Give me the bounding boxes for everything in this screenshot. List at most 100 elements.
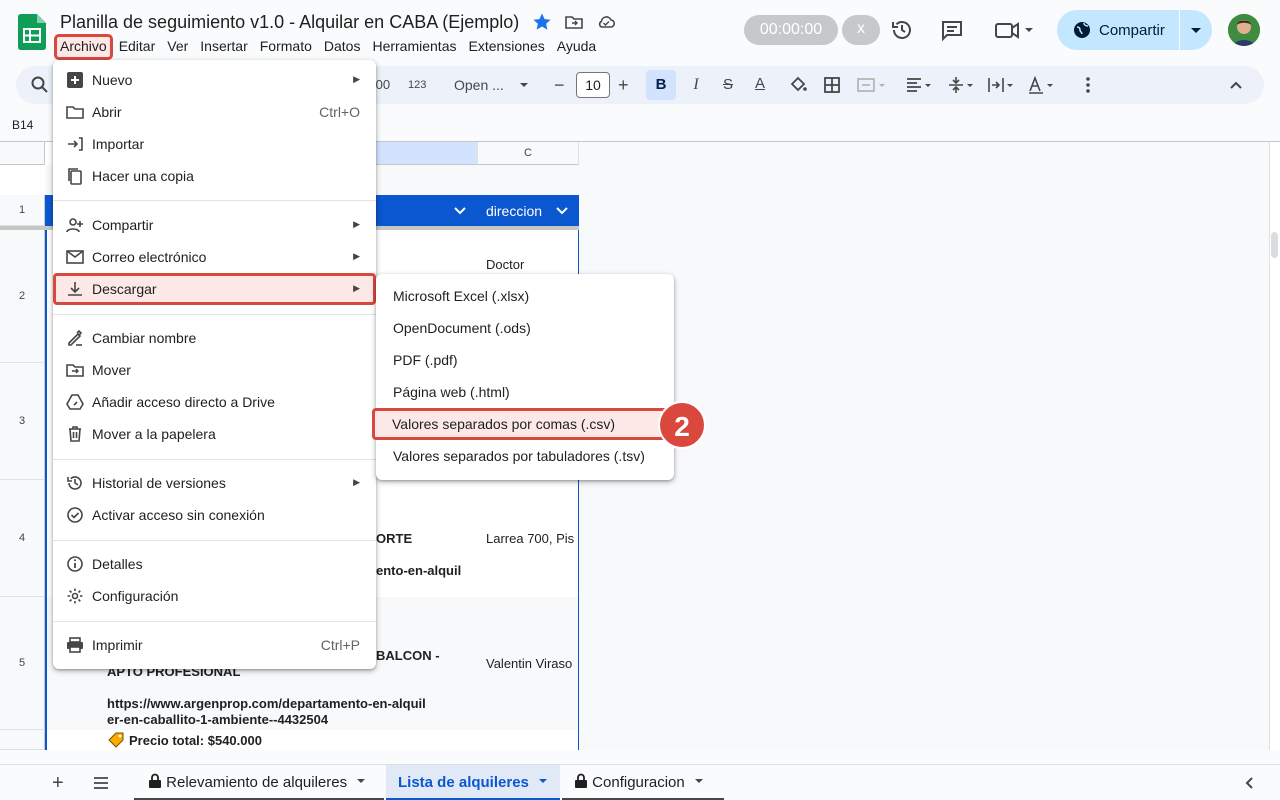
- menu-item-cambiar-nombre[interactable]: Cambiar nombre: [53, 322, 376, 354]
- download-tsv[interactable]: Valores separados por tabuladores (.tsv): [376, 440, 674, 472]
- search-menus-icon[interactable]: [30, 75, 50, 95]
- menu-ayuda[interactable]: Ayuda: [553, 36, 600, 58]
- cell-c5[interactable]: Valentin Viraso: [486, 656, 578, 671]
- menu-separator: [53, 621, 376, 622]
- menu-archivo[interactable]: Archivo: [54, 34, 113, 60]
- menu-ver[interactable]: Ver: [163, 36, 192, 58]
- menu-item-correo[interactable]: Correo electrónico ▶: [53, 241, 376, 273]
- cloud-status-icon[interactable]: [596, 12, 616, 32]
- collapse-toolbar-icon[interactable]: [1226, 75, 1246, 95]
- borders-icon[interactable]: [822, 75, 842, 95]
- name-box[interactable]: B14: [12, 118, 33, 132]
- font-size-input[interactable]: 10: [576, 72, 610, 98]
- header-cell-direccion[interactable]: direccion: [486, 203, 542, 219]
- meet-video-icon[interactable]: [994, 18, 1034, 42]
- share-button[interactable]: Compartir: [1057, 10, 1179, 50]
- menu-item-detalles[interactable]: Detalles: [53, 548, 376, 580]
- menu-extensiones[interactable]: Extensiones: [464, 36, 548, 58]
- select-all-corner[interactable]: [0, 142, 45, 165]
- mail-icon: [66, 250, 84, 264]
- more-formats-button[interactable]: 123: [408, 66, 426, 104]
- cell-c2[interactable]: Doctor: [486, 257, 524, 272]
- font-family-select[interactable]: Open ...: [454, 66, 504, 104]
- sheet-tab-lista[interactable]: Lista de alquileres: [386, 765, 560, 800]
- history-icon: [67, 476, 82, 490]
- vertical-align-icon[interactable]: [946, 75, 976, 95]
- cell-b5-price[interactable]: Precio total: $540.000: [129, 733, 262, 748]
- cell-b5-link[interactable]: https://www.argenprop.com/departamento-e…: [107, 696, 426, 711]
- download-ods[interactable]: OpenDocument (.ods): [376, 312, 674, 344]
- menu-item-importar[interactable]: Importar: [53, 128, 376, 160]
- trash-icon: [69, 426, 81, 442]
- row-header-2[interactable]: 2: [0, 230, 45, 363]
- chevron-down-icon[interactable]: [514, 75, 534, 95]
- version-history-icon[interactable]: [890, 18, 914, 42]
- share-dropdown-button[interactable]: [1180, 10, 1212, 50]
- menu-editar[interactable]: Editar: [115, 36, 160, 58]
- cell-b4-line2[interactable]: ento-en-alquil: [376, 563, 461, 578]
- file-menu: Nuevo ▶ Abrir Ctrl+O Importar Hacer una …: [53, 60, 376, 669]
- menu-item-historial[interactable]: Historial de versiones ▶: [53, 467, 376, 499]
- cell-b5-link-cont[interactable]: er-en-caballito-1-ambiente--4432504: [107, 712, 328, 727]
- decrease-font-size-button[interactable]: −: [554, 66, 565, 104]
- download-pdf[interactable]: PDF (.pdf): [376, 344, 674, 376]
- menu-item-label: Añadir acceso directo a Drive: [92, 394, 275, 410]
- sheet-tab-configuracion[interactable]: Configuracion: [562, 765, 724, 800]
- filter-dropdown-icon[interactable]: [452, 202, 468, 218]
- sheet-tab-relevamiento[interactable]: Relevamiento de alquileres: [134, 765, 384, 800]
- text-wrap-icon[interactable]: [986, 75, 1016, 95]
- row-header-3[interactable]: 3: [0, 363, 45, 480]
- fill-color-icon[interactable]: [788, 75, 808, 95]
- row-header-5[interactable]: 5: [0, 597, 45, 730]
- menu-insertar[interactable]: Insertar: [196, 36, 251, 58]
- download-html[interactable]: Página web (.html): [376, 376, 674, 408]
- menu-herramientas[interactable]: Herramientas: [368, 36, 460, 58]
- document-title[interactable]: Planilla de seguimiento v1.0 - Alquilar …: [60, 12, 519, 33]
- text-rotation-icon[interactable]: [1026, 75, 1056, 95]
- avatar[interactable]: [1228, 14, 1260, 46]
- cell-b4-line1[interactable]: ORTE: [376, 531, 412, 546]
- menu-item-acceso-directo[interactable]: Añadir acceso directo a Drive: [53, 386, 376, 418]
- filter-dropdown-icon[interactable]: [554, 202, 570, 218]
- menu-datos[interactable]: Datos: [320, 36, 365, 58]
- all-sheets-icon[interactable]: [92, 775, 110, 791]
- add-sheet-button[interactable]: +: [52, 765, 64, 800]
- italic-button[interactable]: I: [684, 70, 708, 100]
- align-left-icon[interactable]: [904, 75, 934, 95]
- scrollbar-thumb[interactable]: [1271, 232, 1278, 258]
- download-csv[interactable]: Valores separados por comas (.csv): [372, 408, 668, 440]
- cell-c4[interactable]: Larrea 700, Pis: [486, 531, 578, 546]
- more-options-icon[interactable]: [1078, 75, 1098, 95]
- text-color-button[interactable]: A: [748, 70, 772, 100]
- menu-item-compartir[interactable]: Compartir ▶: [53, 209, 376, 241]
- menu-item-descargar[interactable]: Descargar ▶: [53, 273, 376, 305]
- menu-formato[interactable]: Formato: [256, 36, 316, 58]
- menu-item-abrir[interactable]: Abrir Ctrl+O: [53, 96, 376, 128]
- sheets-logo-icon[interactable]: [18, 14, 46, 50]
- menu-item-hacer-copia[interactable]: Hacer una copia: [53, 160, 376, 192]
- explore-collapse-icon[interactable]: [1242, 775, 1258, 791]
- timer-close-button[interactable]: x: [842, 15, 880, 45]
- menu-item-configuracion[interactable]: Configuración: [53, 580, 376, 612]
- menu-item-papelera[interactable]: Mover a la papelera: [53, 418, 376, 450]
- download-xlsx[interactable]: Microsoft Excel (.xlsx): [376, 280, 674, 312]
- row-header-4[interactable]: 4: [0, 480, 45, 597]
- increase-font-size-button[interactable]: +: [618, 66, 629, 104]
- row-header-1[interactable]: 1: [0, 195, 45, 226]
- cell-b5-line1[interactable]: BALCON -: [376, 648, 440, 663]
- row-header-6[interactable]: [0, 730, 45, 750]
- move-folder-icon[interactable]: [564, 12, 584, 32]
- strikethrough-button[interactable]: S: [716, 70, 740, 100]
- star-icon[interactable]: [532, 12, 552, 32]
- bold-button[interactable]: B: [646, 70, 676, 100]
- globe-icon: [1074, 22, 1090, 38]
- menu-item-sin-conexion[interactable]: Activar acceso sin conexión: [53, 499, 376, 531]
- submenu-arrow-icon: ▶: [353, 477, 360, 487]
- menu-item-mover[interactable]: Mover: [53, 354, 376, 386]
- menu-item-imprimir[interactable]: Imprimir Ctrl+P: [53, 629, 376, 661]
- menu-item-nuevo[interactable]: Nuevo ▶: [53, 64, 376, 96]
- merge-cells-icon[interactable]: [856, 75, 886, 95]
- comments-icon[interactable]: [940, 18, 964, 42]
- column-header-c[interactable]: C: [478, 142, 579, 165]
- column-header-b[interactable]: [376, 142, 478, 165]
